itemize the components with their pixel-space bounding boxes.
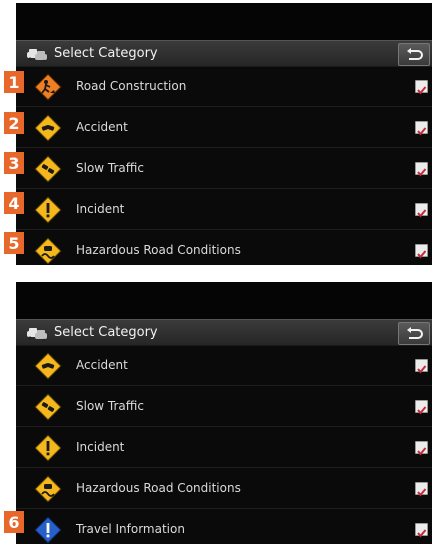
callout-1: 1 xyxy=(4,71,24,93)
back-arrow-icon xyxy=(407,47,423,60)
category-row-slow-traffic[interactable]: Slow Traffic xyxy=(16,148,432,189)
hazardous-road-icon xyxy=(34,237,62,265)
slow-traffic-icon xyxy=(34,155,62,183)
category-label: Hazardous Road Conditions xyxy=(76,481,241,495)
category-row-accident[interactable]: Accident xyxy=(16,345,432,386)
category-checkbox[interactable] xyxy=(415,79,428,95)
traffic-cars-icon xyxy=(27,327,47,341)
page-title: Select Category xyxy=(54,46,158,61)
category-checkbox[interactable] xyxy=(415,481,428,497)
category-list: Accident Slow Traffic Incident Hazardous… xyxy=(16,345,432,549)
callout-5: 5 xyxy=(4,232,24,254)
checkmark-icon xyxy=(417,364,427,374)
checkmark-icon xyxy=(417,208,427,218)
status-bar xyxy=(16,282,432,319)
category-list: Road Construction Accident Slow Traffic xyxy=(16,66,432,270)
checkmark-icon xyxy=(417,405,427,415)
category-checkbox[interactable] xyxy=(415,120,428,136)
checkmark-icon xyxy=(417,446,427,456)
incident-icon xyxy=(34,196,62,224)
category-label: Hazardous Road Conditions xyxy=(76,243,241,257)
category-label: Accident xyxy=(76,120,128,134)
category-label: Incident xyxy=(76,440,125,454)
hazardous-road-icon xyxy=(34,475,62,503)
category-screen-2: Select Category Accident Slow Traffic In… xyxy=(16,282,432,544)
callout-6: 6 xyxy=(4,511,24,533)
category-label: Road Construction xyxy=(76,79,187,93)
category-row-incident[interactable]: Incident xyxy=(16,189,432,230)
category-row-hazardous-road[interactable]: Hazardous Road Conditions xyxy=(16,468,432,509)
travel-information-icon xyxy=(34,516,62,544)
checkmark-icon xyxy=(417,249,427,259)
accident-icon xyxy=(34,352,62,380)
traffic-cars-icon xyxy=(27,48,47,62)
category-label: Slow Traffic xyxy=(76,161,144,175)
category-row-hazardous-road[interactable]: Hazardous Road Conditions xyxy=(16,230,432,270)
category-checkbox[interactable] xyxy=(415,440,428,456)
category-checkbox[interactable] xyxy=(415,161,428,177)
back-button[interactable] xyxy=(398,43,430,66)
category-checkbox[interactable] xyxy=(415,399,428,415)
category-row-road-construction[interactable]: Road Construction xyxy=(16,66,432,107)
category-row-slow-traffic[interactable]: Slow Traffic xyxy=(16,386,432,427)
category-label: Travel Information xyxy=(76,522,185,536)
accident-icon xyxy=(34,114,62,142)
category-row-accident[interactable]: Accident xyxy=(16,107,432,148)
category-screen-1: Select Category Road Construction Accide… xyxy=(16,3,432,265)
category-checkbox[interactable] xyxy=(415,243,428,259)
category-row-incident[interactable]: Incident xyxy=(16,427,432,468)
header-bar: Select Category xyxy=(16,319,432,346)
header-bar: Select Category xyxy=(16,40,432,67)
checkmark-icon xyxy=(417,85,427,95)
back-button[interactable] xyxy=(398,322,430,345)
category-label: Slow Traffic xyxy=(76,399,144,413)
road-construction-icon xyxy=(34,73,62,101)
checkmark-icon xyxy=(417,126,427,136)
callout-3: 3 xyxy=(4,152,24,174)
incident-icon xyxy=(34,434,62,462)
checkmark-icon xyxy=(417,167,427,177)
callout-4: 4 xyxy=(4,192,24,214)
callout-2: 2 xyxy=(4,112,24,134)
category-checkbox[interactable] xyxy=(415,358,428,374)
category-checkbox[interactable] xyxy=(415,202,428,218)
category-row-travel-information[interactable]: Travel Information xyxy=(16,509,432,549)
slow-traffic-icon xyxy=(34,393,62,421)
category-label: Accident xyxy=(76,358,128,372)
back-arrow-icon xyxy=(407,326,423,339)
category-label: Incident xyxy=(76,202,125,216)
page-title: Select Category xyxy=(54,325,158,340)
category-checkbox[interactable] xyxy=(415,522,428,538)
status-bar xyxy=(16,3,432,40)
checkmark-icon xyxy=(417,487,427,497)
